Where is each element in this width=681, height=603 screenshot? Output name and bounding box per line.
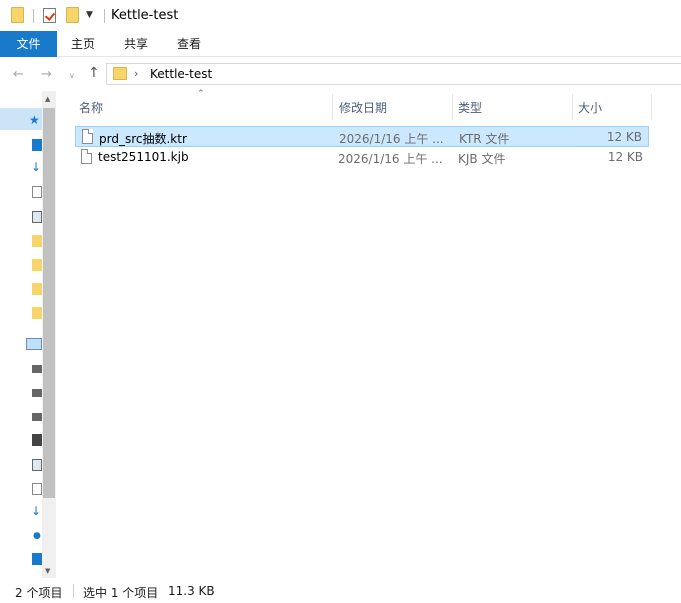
- column-divider[interactable]: [332, 94, 333, 120]
- file-row[interactable]: prd_src抽数.ktr 2026/1/16 上午 ... KTR 文件 12…: [75, 126, 649, 147]
- documents-icon[interactable]: [32, 186, 42, 198]
- folder-icon: [113, 67, 127, 80]
- column-divider[interactable]: [572, 94, 573, 120]
- separator: [104, 9, 105, 23]
- column-header-size[interactable]: 大小: [578, 99, 602, 116]
- column-header-modified[interactable]: 修改日期: [339, 99, 387, 116]
- tab-share[interactable]: 共享: [115, 31, 157, 57]
- status-item-count: 2 个项目: [15, 586, 63, 600]
- properties-check-icon[interactable]: [43, 8, 56, 23]
- file-size: 12 KB: [607, 150, 643, 164]
- folder-icon[interactable]: [32, 235, 42, 247]
- separator: [73, 584, 74, 598]
- tab-file[interactable]: 文件: [0, 31, 57, 57]
- column-divider[interactable]: [452, 94, 453, 120]
- tab-home[interactable]: 主页: [62, 31, 104, 57]
- downloads-icon[interactable]: ↓: [31, 504, 41, 518]
- folder-icon[interactable]: [11, 7, 24, 23]
- navigation-bar: ← → ∨ ↑ › Kettle-test: [0, 57, 681, 91]
- file-size: 12 KB: [606, 130, 642, 144]
- new-folder-icon[interactable]: [66, 7, 79, 23]
- quick-access-star-icon[interactable]: ★: [29, 113, 40, 127]
- drive-icon[interactable]: [32, 365, 42, 373]
- folder-icon[interactable]: [32, 283, 42, 295]
- file-type: KTR 文件: [459, 132, 510, 146]
- recent-locations-chevron-icon[interactable]: ∨: [69, 71, 75, 80]
- separator: [33, 9, 34, 23]
- folder-icon[interactable]: [32, 259, 42, 271]
- scroll-down-icon[interactable]: ▼: [45, 567, 50, 575]
- forward-arrow-icon[interactable]: →: [41, 67, 52, 82]
- folder-icon[interactable]: [32, 307, 42, 319]
- ribbon-tabs: 文件 主页 共享 查看: [0, 31, 681, 57]
- status-selection: 选中 1 个项目: [83, 586, 159, 600]
- navigation-pane: ★ ↓ ↓ ● ▲ ▼: [0, 91, 57, 578]
- breadcrumb-current[interactable]: Kettle-test: [150, 67, 212, 81]
- drive-icon[interactable]: [32, 389, 42, 397]
- videos-icon[interactable]: [32, 434, 42, 446]
- file-icon: [81, 149, 92, 164]
- sort-ascending-icon: ⌃: [197, 89, 205, 99]
- window-title: Kettle-test: [111, 8, 179, 23]
- downloads-icon[interactable]: ↓: [31, 160, 41, 174]
- file-modified: 2026/1/16 上午 ...: [338, 152, 443, 166]
- file-icon: [82, 129, 93, 144]
- scrollbar-thumb[interactable]: [43, 108, 55, 498]
- back-arrow-icon[interactable]: ←: [13, 67, 24, 82]
- file-type: KJB 文件: [458, 152, 506, 166]
- file-modified: 2026/1/16 上午 ...: [339, 132, 444, 146]
- file-name[interactable]: test251101.kjb: [98, 150, 189, 164]
- breadcrumb-chevron-icon[interactable]: ›: [134, 67, 138, 80]
- status-bar: 2 个项目 选中 1 个项目 11.3 KB: [0, 578, 681, 603]
- column-divider[interactable]: [651, 94, 652, 120]
- column-header-row: ⌃ 名称 修改日期 类型 大小: [57, 89, 681, 121]
- tab-view[interactable]: 查看: [168, 31, 210, 57]
- scroll-up-icon[interactable]: ▲: [45, 95, 50, 103]
- pictures-icon[interactable]: [32, 211, 42, 223]
- column-header-name[interactable]: 名称: [79, 99, 103, 116]
- drive-icon[interactable]: [32, 413, 42, 421]
- file-list: ⌃ 名称 修改日期 类型 大小 prd_src抽数.ktr 2026/1/16 …: [57, 89, 681, 578]
- quick-access-dropdown-icon[interactable]: ▼: [86, 10, 93, 20]
- file-name[interactable]: prd_src抽数.ktr: [99, 130, 187, 147]
- title-bar: ▼ Kettle-test: [0, 0, 681, 31]
- desktop-icon[interactable]: [32, 553, 42, 565]
- file-row[interactable]: test251101.kjb 2026/1/16 上午 ... KJB 文件 1…: [75, 147, 649, 168]
- documents-icon[interactable]: [32, 483, 42, 495]
- up-arrow-icon[interactable]: ↑: [88, 65, 100, 81]
- this-pc-icon[interactable]: [26, 338, 42, 350]
- nav-scrollbar[interactable]: ▲ ▼: [42, 91, 56, 578]
- status-selection-size: 11.3 KB: [168, 584, 215, 598]
- pictures-icon[interactable]: [32, 459, 42, 471]
- column-header-type[interactable]: 类型: [458, 99, 482, 116]
- address-bar[interactable]: › Kettle-test: [106, 63, 681, 85]
- music-icon[interactable]: ●: [33, 531, 41, 541]
- desktop-icon[interactable]: [32, 139, 42, 151]
